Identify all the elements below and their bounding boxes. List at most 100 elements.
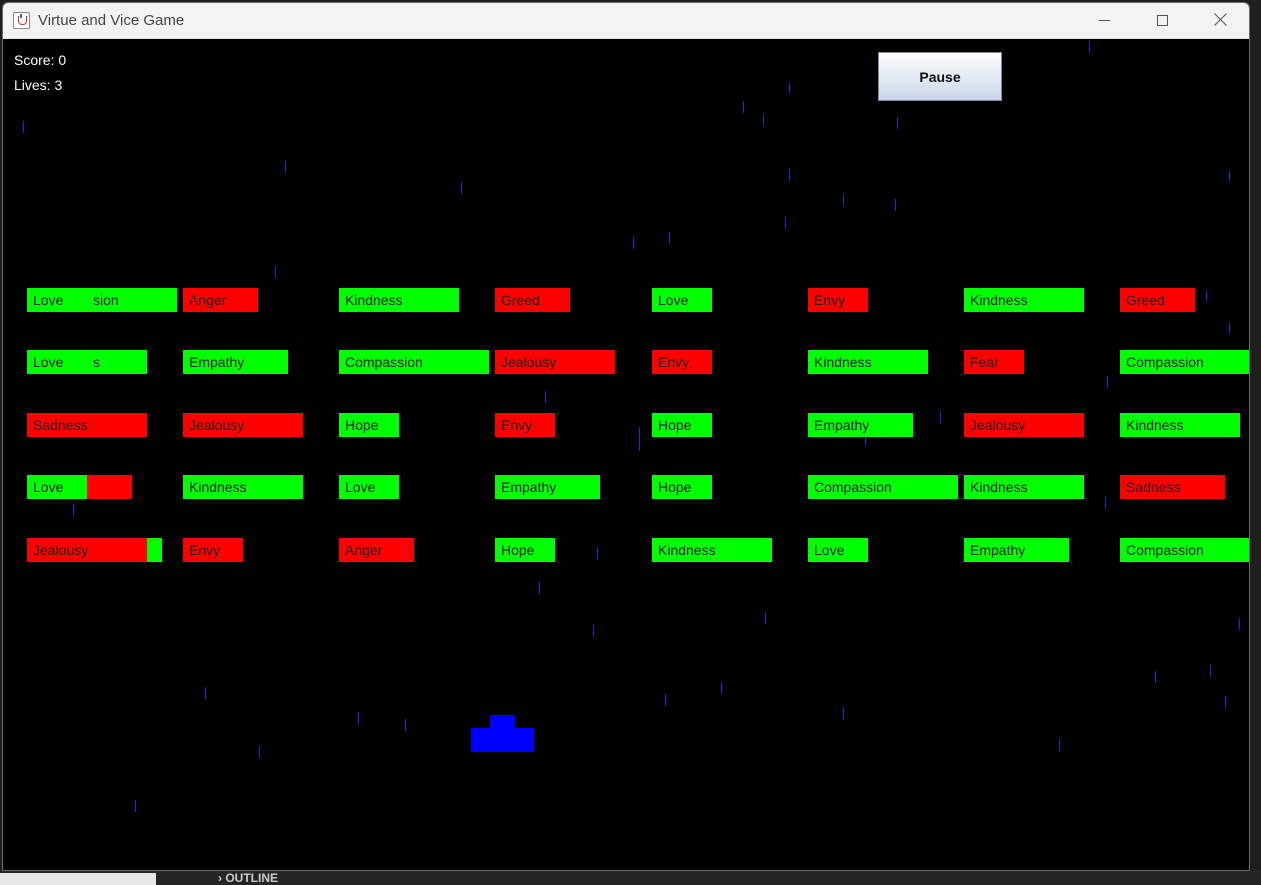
rain-drop	[593, 625, 594, 637]
brick-jealousy: Jealousy	[183, 413, 303, 437]
brick-anger: Anger	[183, 288, 258, 312]
brick-envy: Envy	[183, 538, 243, 562]
rain-drop	[765, 612, 766, 624]
brick-envy: Envy	[808, 288, 868, 312]
game-canvas[interactable]: Score: 0 Lives: 3 Pause Love Anger Kindnes…	[3, 39, 1249, 870]
brick-overlay	[87, 475, 132, 499]
rain-drop	[665, 694, 666, 706]
brick-kindness: Kindness	[652, 538, 772, 562]
brick-hope: Hope	[652, 475, 712, 499]
brick-jealousy: Jealousy	[964, 413, 1084, 437]
rain-drop	[721, 682, 722, 694]
outline-label: OUTLINE	[225, 871, 279, 885]
rain-drop	[597, 547, 598, 559]
brick-empathy: Empathy	[183, 350, 288, 374]
paddle-turret	[490, 715, 515, 729]
pause-button[interactable]: Pause	[878, 52, 1002, 101]
brick-compassion: Compassion	[1120, 350, 1249, 374]
brick-fear: Fear	[964, 350, 1024, 374]
rain-drop	[743, 101, 744, 113]
rain-drop	[897, 117, 898, 129]
rain-drop	[461, 182, 462, 194]
rain-drop	[1229, 170, 1230, 182]
rain-drop	[785, 217, 786, 229]
brick-overlay	[147, 538, 162, 562]
rain-drop	[1105, 497, 1106, 509]
java-app-icon	[13, 12, 30, 29]
rain-drop	[259, 746, 260, 758]
rain-drop	[405, 719, 406, 731]
game-window: Virtue and Vice Game Score: 0 Lives: 3 P…	[2, 2, 1250, 871]
brick-sadness: Sadness	[1120, 475, 1225, 499]
rain-drop	[1155, 671, 1156, 683]
brick-hope: Hope	[339, 413, 399, 437]
rain-drop	[1107, 376, 1108, 388]
rain-drop	[895, 199, 896, 211]
rain-drop	[358, 712, 359, 724]
rain-drop	[1229, 322, 1230, 334]
outline-panel-header[interactable]: › OUTLINE	[218, 871, 278, 885]
rain-drop	[23, 121, 24, 133]
rain-drop	[73, 504, 74, 516]
brick-hope: Hope	[652, 413, 712, 437]
rain-drop	[789, 169, 790, 181]
minimize-button[interactable]	[1075, 3, 1133, 39]
rain-drop	[1059, 739, 1060, 751]
maximize-button[interactable]	[1133, 3, 1191, 39]
brick-greed: Greed	[495, 288, 570, 312]
brick-sadness: Sadness	[27, 413, 147, 437]
brick-empathy: Empathy	[964, 538, 1069, 562]
close-icon	[1213, 12, 1229, 28]
close-button[interactable]	[1191, 3, 1249, 39]
brick-kindness: Kindness	[964, 288, 1084, 312]
brick-overlay: s	[87, 350, 147, 374]
rain-drop	[639, 427, 640, 439]
rain-drop	[285, 161, 286, 173]
rain-drop	[843, 707, 844, 719]
brick-kindness: Kindness	[339, 288, 459, 312]
brick-jealousy: Jealousy	[27, 538, 162, 562]
maximize-icon	[1157, 15, 1168, 26]
background-editor	[1251, 0, 1261, 885]
rain-drop	[843, 194, 844, 206]
brick-compassion: Compassion	[808, 475, 958, 499]
rain-drop	[789, 82, 790, 94]
rain-drop	[669, 232, 670, 244]
brick-overlay: sion	[87, 288, 177, 312]
rain-drop	[205, 687, 206, 699]
brick-compassion: Compassion	[339, 350, 489, 374]
rain-drop	[135, 800, 136, 812]
score-display: Score: 0	[14, 52, 67, 68]
rain-drop	[763, 114, 764, 126]
rain-drop	[1225, 696, 1226, 708]
rain-drop	[639, 439, 640, 451]
rain-drop	[940, 411, 941, 423]
brick-empathy: Empathy	[808, 413, 913, 437]
rain-drop	[545, 391, 546, 403]
brick-envy: Envy	[652, 350, 712, 374]
brick-love: Love	[652, 288, 712, 312]
rain-drop	[1206, 290, 1207, 302]
paddle[interactable]	[471, 728, 534, 752]
brick-kindness: Kindness	[964, 475, 1084, 499]
lives-display: Lives: 3	[14, 77, 63, 93]
brick-kindness: Kindness	[808, 350, 928, 374]
window-title: Virtue and Vice Game	[38, 12, 185, 29]
rain-drop	[1210, 665, 1211, 677]
rain-drop	[633, 237, 634, 249]
brick-compassion: Compassion	[1120, 538, 1249, 562]
background-status	[0, 873, 156, 885]
background-panel	[0, 870, 1261, 885]
brick-love: Love	[339, 475, 399, 499]
rain-drop	[275, 266, 276, 278]
title-bar[interactable]: Virtue and Vice Game	[3, 3, 1249, 39]
brick-greed: Greed	[1120, 288, 1195, 312]
brick-kindness: Kindness	[183, 475, 303, 499]
brick-empathy: Empathy	[495, 475, 600, 499]
rain-drop	[1239, 618, 1240, 630]
brick-envy: Envy	[495, 413, 555, 437]
brick-hope: Hope	[495, 538, 555, 562]
brick-anger: Anger	[339, 538, 414, 562]
rain-drop	[539, 582, 540, 594]
brick-kindness: Kindness	[1120, 413, 1240, 437]
